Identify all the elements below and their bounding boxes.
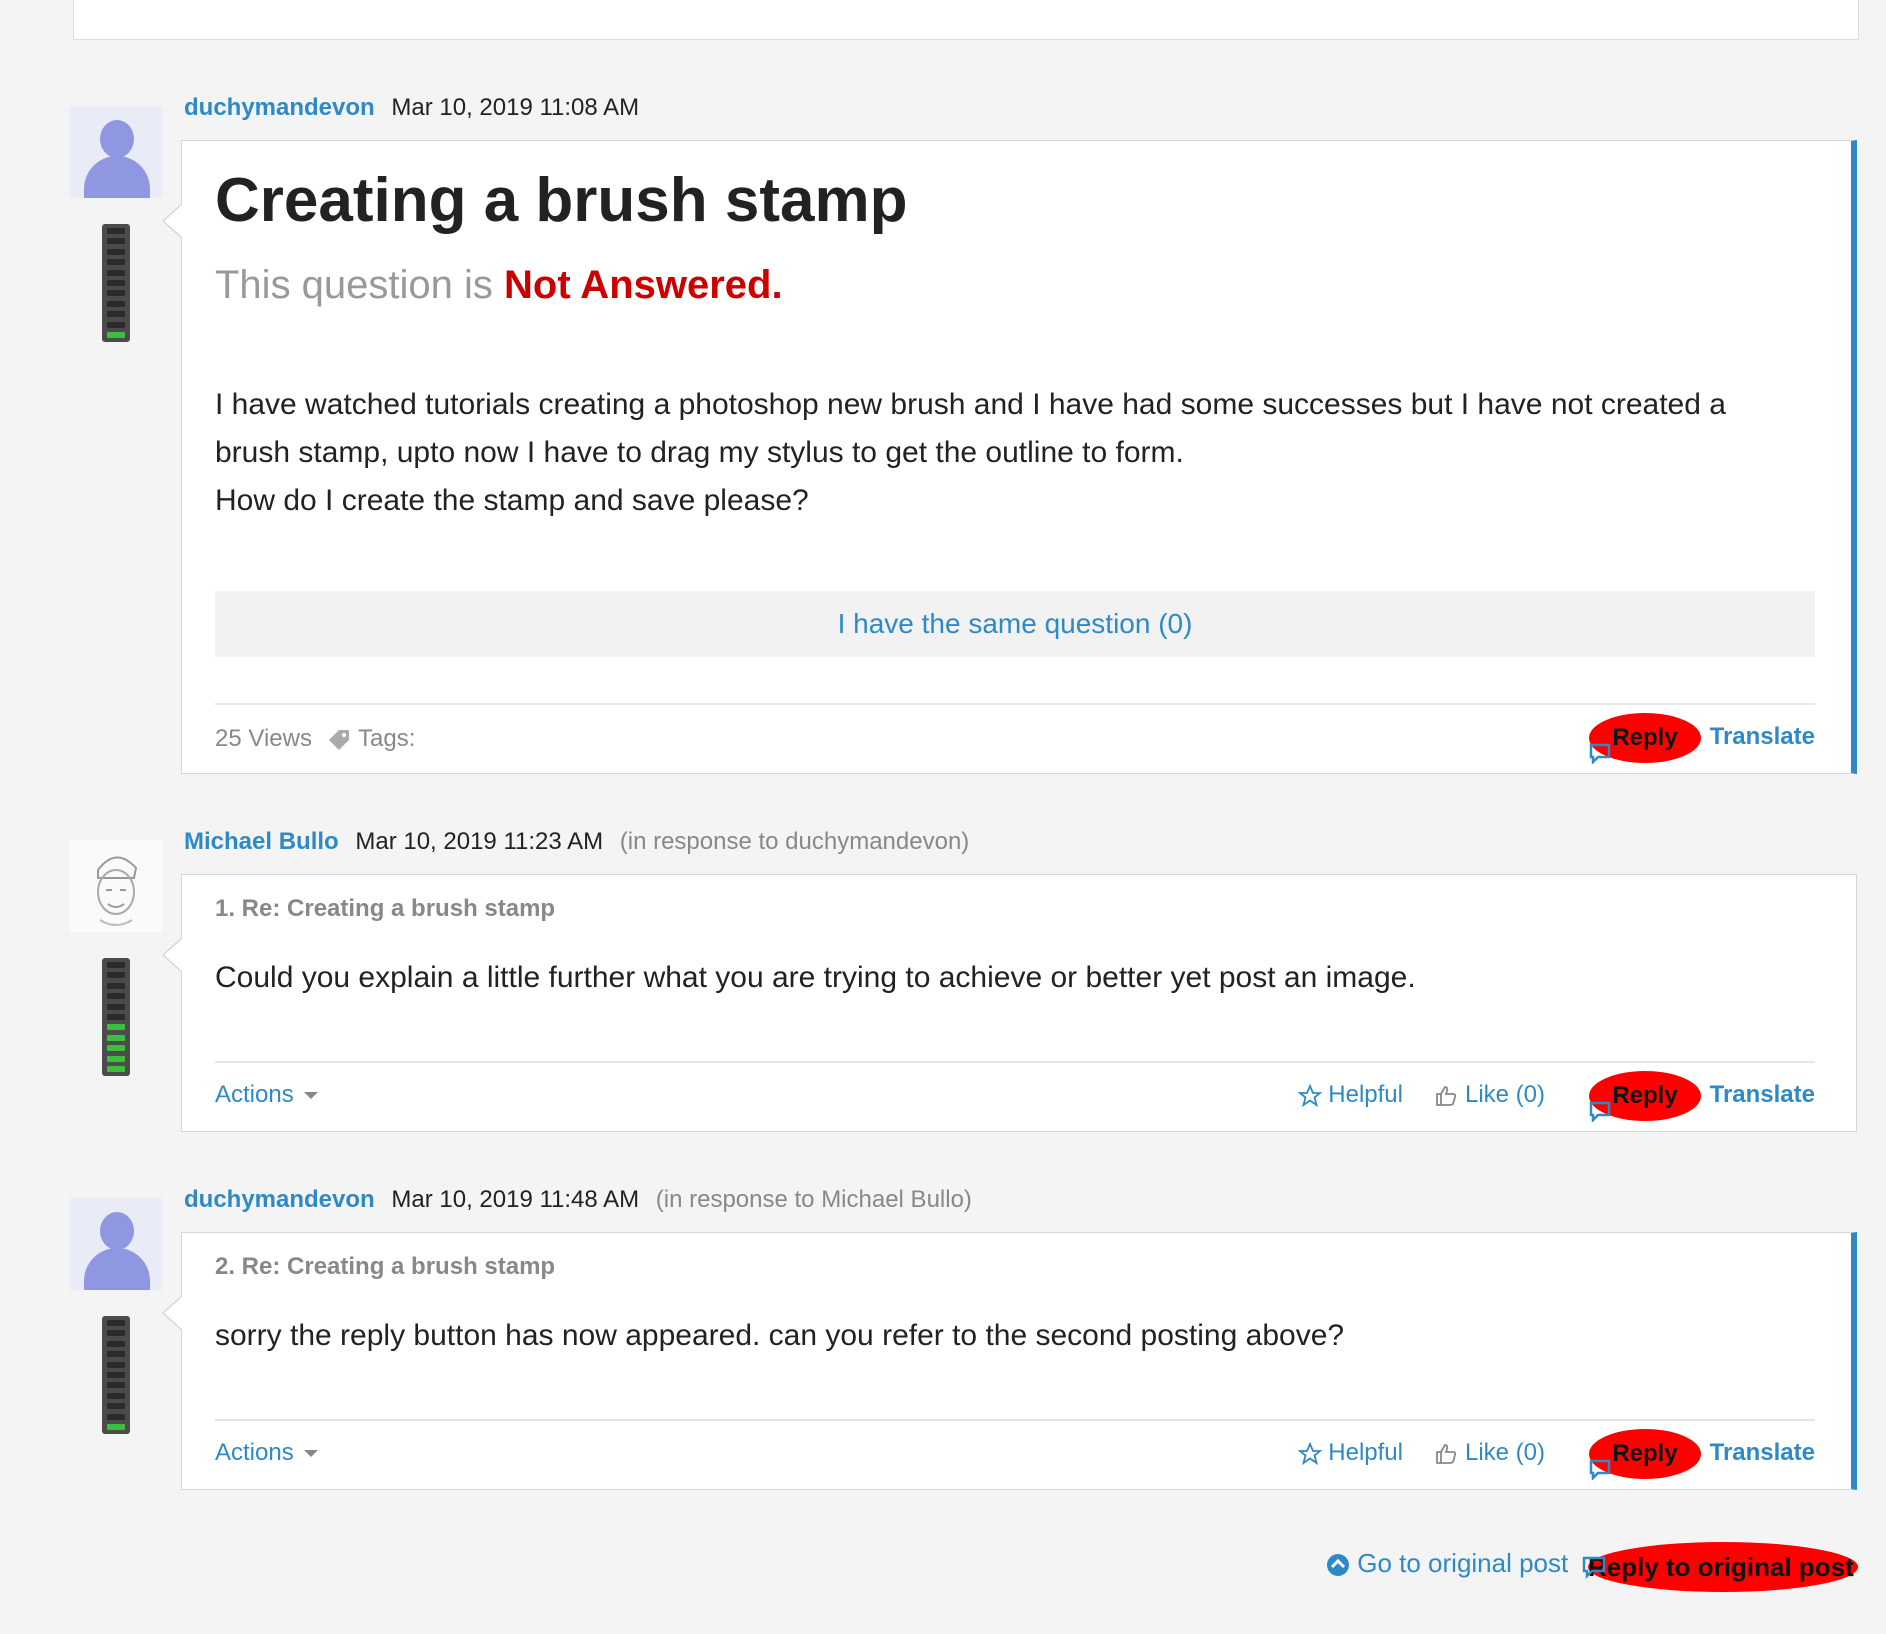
avatar-head [100,120,134,158]
avatar-body [84,1248,150,1290]
status-level-meter [102,958,130,1076]
star-icon [1297,1083,1323,1107]
author-link[interactable]: Michael Bullo [184,828,339,855]
reply-original-label: Reply to original post [1588,1552,1854,1582]
sketch-portrait-icon [97,856,138,926]
translate-link[interactable]: Translate [1710,1439,1815,1467]
in-response-to: (in response to Michael Bullo) [655,1186,972,1213]
post-meta: Michael Bullo Mar 10, 2019 11:23 AM (in … [184,828,969,856]
comment-icon [1589,727,1611,777]
reply-to-original-post-button[interactable]: Reply to original post [1582,1542,1858,1592]
post-footer: 25 Views Tags: Reply Translate [215,713,1815,765]
in-response-to: (in response to duchymandevon) [619,828,970,855]
author-link[interactable]: duchymandevon [184,1186,375,1213]
status-prefix: This question is [215,263,505,307]
avatar-body [84,156,150,198]
same-question-button[interactable]: I have the same question (0) [215,591,1815,657]
question-body: I have watched tutorials creating a phot… [215,381,1785,525]
tags-label: Tags: [358,725,416,752]
helpful-label: Helpful [1328,1081,1403,1108]
avatar[interactable] [70,840,162,932]
reply-title: 2. Re: Creating a brush stamp [215,1253,556,1280]
like-button[interactable]: Like (0) [1434,1439,1545,1467]
helpful-button[interactable]: Helpful [1297,1439,1403,1467]
comment-icon [1582,1556,1606,1579]
card-pointer [162,937,183,973]
reply-button[interactable]: Reply [1589,713,1701,765]
views-count: 25 Views [215,725,312,752]
go-original-label: Go to original post [1357,1548,1569,1578]
post-date: Mar 10, 2019 11:08 AM [391,94,640,121]
status-value: Not Answered. [504,263,783,307]
divider [215,1419,1815,1421]
like-button[interactable]: Like (0) [1434,1081,1545,1109]
actions-label: Actions [215,1439,294,1466]
reply-label: Reply [1612,724,1678,751]
go-to-original-post-link[interactable]: Go to original post [1326,1548,1568,1579]
reply-card: 1. Re: Creating a brush stamp Could you … [162,874,1857,1132]
post-footer: Actions Helpful Like (0) Reply Translate [215,1071,1815,1123]
card-pointer [162,203,183,239]
reply-button[interactable]: Reply [1589,1429,1701,1481]
thumbs-up-icon [1436,1085,1457,1106]
tag-icon [327,725,349,750]
translate-link[interactable]: Translate [1710,723,1815,751]
avatar-head [100,1212,134,1250]
post-footer: Actions Helpful Like (0) Reply Translate [215,1429,1815,1481]
arrow-up-circle-icon [1327,1554,1349,1577]
reply-card: 2. Re: Creating a brush stamp sorry the … [162,1232,1857,1490]
status-level-meter [102,1316,130,1434]
post-meta: duchymandevon Mar 10, 2019 11:08 AM [184,94,639,122]
card-pointer [162,1295,183,1331]
status-level-meter [102,224,130,342]
post-date: Mar 10, 2019 11:23 AM [355,828,604,855]
divider [215,1061,1815,1063]
avatar[interactable] [70,106,162,198]
helpful-button[interactable]: Helpful [1297,1081,1403,1109]
comment-icon [1589,1085,1611,1135]
reply-button[interactable]: Reply [1589,1071,1701,1123]
reply-title: 1. Re: Creating a brush stamp [215,895,556,922]
caret-down-icon [303,1092,318,1100]
question-status: This question is Not Answered. [215,263,783,308]
divider [215,703,1815,705]
avatar[interactable] [70,1198,162,1290]
reply-label: Reply [1612,1440,1678,1467]
post-meta: duchymandevon Mar 10, 2019 11:48 AM (in … [184,1186,972,1214]
question-paragraph: How do I create the stamp and save pleas… [215,484,809,517]
star-icon [1297,1441,1323,1465]
reply-body: sorry the reply button has now appeared.… [215,1319,1345,1352]
like-label: Like (0) [1464,1439,1545,1466]
post-date: Mar 10, 2019 11:48 AM [391,1186,640,1213]
question-paragraph: I have watched tutorials creating a phot… [215,388,1726,469]
reply-label: Reply [1612,1082,1678,1109]
previous-content-box [73,0,1859,40]
actions-dropdown[interactable]: Actions [215,1081,318,1109]
comment-icon [1589,1443,1611,1493]
author-link[interactable]: duchymandevon [184,94,375,121]
translate-link[interactable]: Translate [1710,1081,1815,1109]
actions-dropdown[interactable]: Actions [215,1439,318,1467]
question-title: Creating a brush stamp [215,166,908,235]
helpful-label: Helpful [1328,1439,1403,1466]
question-card: Creating a brush stamp This question is … [162,140,1857,774]
thumbs-up-icon [1436,1443,1457,1464]
caret-down-icon [303,1450,318,1458]
like-label: Like (0) [1464,1081,1545,1108]
reply-body: Could you explain a little further what … [215,961,1416,994]
actions-label: Actions [215,1081,294,1108]
